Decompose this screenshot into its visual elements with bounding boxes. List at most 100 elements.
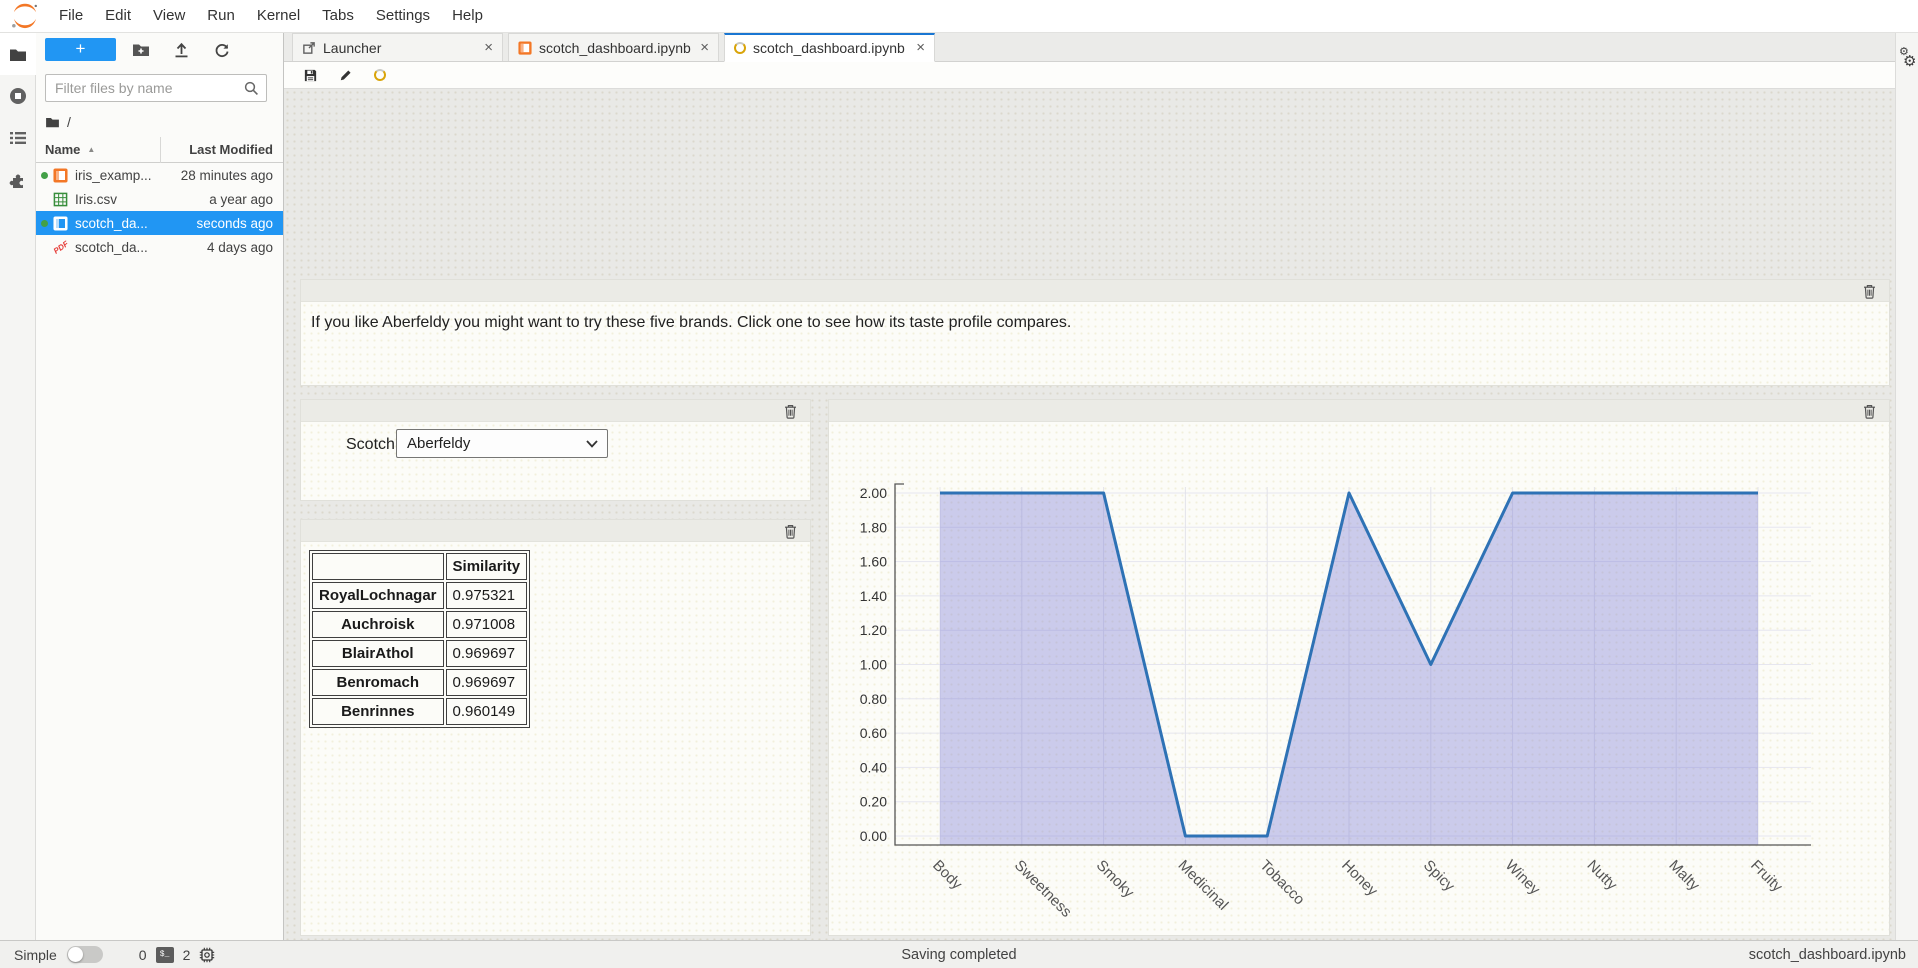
- cell-body: 0.000.200.400.600.801.001.201.401.601.80…: [829, 422, 1889, 935]
- breadcrumb[interactable]: /: [45, 113, 71, 131]
- table-row[interactable]: Benromach0.969697: [312, 669, 527, 696]
- tab-close-icon[interactable]: ×: [916, 41, 925, 55]
- scotch-select-value: Aberfeldy: [397, 435, 586, 452]
- dock-tab-bar: Launcher × scotch_dashboard.ipynb × scot…: [284, 33, 1895, 62]
- folder-icon: [9, 47, 27, 62]
- search-icon: [244, 81, 259, 96]
- similarity-value-cell: 0.969697: [446, 669, 528, 696]
- table-row[interactable]: BlairAthol0.969697: [312, 640, 527, 667]
- running-sessions-indicator[interactable]: 0 $_ 2: [139, 947, 216, 963]
- column-header-name[interactable]: Name ▲: [36, 142, 160, 157]
- menu-tabs[interactable]: Tabs: [311, 0, 365, 32]
- file-name: iris_examp...: [75, 168, 181, 183]
- tab-scotch-dashboard-view[interactable]: scotch_dashboard.ipynb ×: [724, 33, 935, 62]
- file-row[interactable]: PDFscotch_da...4 days ago: [36, 235, 283, 259]
- menu-bar: File Edit View Run Kernel Tabs Settings …: [0, 0, 1918, 33]
- scotch-dropdown-label: Scotch: [346, 436, 395, 454]
- delete-cell-button[interactable]: [1861, 283, 1877, 299]
- file-row[interactable]: scotch_da...seconds ago: [36, 211, 283, 235]
- cell-body: Scotch Aberfeldy: [301, 422, 810, 500]
- upload-button[interactable]: [166, 38, 196, 61]
- scotch-select[interactable]: Aberfeldy: [396, 429, 608, 458]
- sidebar-tab-extensions[interactable]: [0, 159, 36, 201]
- pdf-file-icon: PDF: [52, 239, 69, 255]
- y-tick-label: 1.00: [860, 657, 887, 673]
- tab-scotch-dashboard-notebook[interactable]: scotch_dashboard.ipynb ×: [508, 33, 719, 61]
- edit-button[interactable]: [336, 66, 354, 84]
- similarity-column-header: Similarity: [446, 553, 528, 580]
- brand-name-cell[interactable]: Benrinnes: [312, 698, 444, 725]
- delete-cell-button[interactable]: [782, 523, 798, 539]
- jupyterlab-window: File Edit View Run Kernel Tabs Settings …: [0, 0, 1918, 968]
- brand-name-cell[interactable]: Auchroisk: [312, 611, 444, 638]
- launcher-icon: [302, 41, 316, 55]
- x-category-label: Malty: [1665, 857, 1703, 895]
- cell-header: [301, 280, 1889, 302]
- delete-cell-button[interactable]: [782, 403, 798, 419]
- dashboard-canvas: If you like Aberfeldy you might want to …: [284, 89, 1895, 940]
- simple-mode-toggle[interactable]: [67, 946, 103, 963]
- menu-settings[interactable]: Settings: [365, 0, 441, 32]
- cell-body: If you like Aberfeldy you might want to …: [301, 302, 1889, 385]
- file-row[interactable]: iris_examp...28 minutes ago: [36, 163, 283, 187]
- dashboard-toggle-button[interactable]: [371, 66, 389, 84]
- menu-edit[interactable]: Edit: [94, 0, 142, 32]
- table-corner-cell: [312, 553, 444, 580]
- sidebar-tab-file-browser[interactable]: [0, 33, 36, 75]
- sidebar-tab-running-kernels[interactable]: [0, 75, 36, 117]
- similarity-value-cell: 0.960149: [446, 698, 528, 725]
- brand-name-cell[interactable]: RoyalLochnagar: [312, 582, 444, 609]
- menu-run[interactable]: Run: [196, 0, 246, 32]
- csv-file-icon: [52, 191, 69, 207]
- table-row[interactable]: Benrinnes0.960149: [312, 698, 527, 725]
- markdown-cell: If you like Aberfeldy you might want to …: [300, 279, 1890, 386]
- brand-name-cell[interactable]: Benromach: [312, 669, 444, 696]
- table-of-contents-icon: [9, 131, 27, 145]
- menu-help[interactable]: Help: [441, 0, 494, 32]
- file-name: scotch_da...: [75, 216, 196, 231]
- gear-large-icon: ⚙: [1903, 52, 1916, 70]
- menu-kernel[interactable]: Kernel: [246, 0, 311, 32]
- file-row[interactable]: Iris.csva year ago: [36, 187, 283, 211]
- tab-close-icon[interactable]: ×: [700, 41, 709, 55]
- terminal-icon: $_: [156, 947, 174, 963]
- status-bar: Simple 0 $_ 2 Saving completed scotch_da…: [0, 940, 1918, 968]
- table-row[interactable]: Auchroisk0.971008: [312, 611, 527, 638]
- cell-header: [829, 400, 1889, 422]
- x-category-label: Smoky: [1093, 857, 1138, 902]
- menu-view[interactable]: View: [142, 0, 196, 32]
- tab-launcher[interactable]: Launcher ×: [292, 33, 503, 61]
- column-header-modified[interactable]: Last Modified: [160, 137, 283, 163]
- taste-profile-chart[interactable]: 0.000.200.400.600.801.001.201.401.601.80…: [829, 422, 1889, 936]
- status-filename: scotch_dashboard.ipynb: [1749, 947, 1906, 963]
- y-tick-label: 0.00: [860, 828, 887, 844]
- tab-close-icon[interactable]: ×: [484, 41, 493, 55]
- file-modified: seconds ago: [196, 216, 283, 231]
- x-category-label: Sweetness: [1011, 857, 1075, 921]
- y-tick-label: 1.20: [860, 622, 887, 638]
- chevron-down-icon: [586, 440, 598, 448]
- file-modified: 28 minutes ago: [181, 168, 283, 183]
- similarity-table: SimilarityRoyalLochnagar0.975321Auchrois…: [309, 550, 530, 728]
- dashboard-icon: [734, 42, 746, 54]
- delete-cell-button[interactable]: [1861, 403, 1877, 419]
- y-tick-label: 1.40: [860, 588, 887, 604]
- toggle-knob: [68, 947, 83, 962]
- save-icon: [303, 68, 318, 83]
- breadcrumb-root[interactable]: /: [67, 114, 71, 130]
- refresh-button[interactable]: [207, 38, 237, 61]
- save-button[interactable]: [301, 66, 319, 84]
- menu-file[interactable]: File: [48, 0, 94, 32]
- notebook-file-icon: [52, 215, 69, 231]
- file-modified: 4 days ago: [207, 240, 283, 255]
- x-category-label: Winey: [1502, 857, 1544, 899]
- property-inspector-button[interactable]: ⚙ ⚙: [1898, 47, 1918, 73]
- table-row[interactable]: RoyalLochnagar0.975321: [312, 582, 527, 609]
- file-filter-input[interactable]: [46, 75, 236, 101]
- sidebar-tab-table-of-contents[interactable]: [0, 117, 36, 159]
- upload-icon: [174, 42, 189, 58]
- cell-header: [301, 520, 810, 542]
- new-launcher-button[interactable]: +: [45, 38, 116, 61]
- new-folder-button[interactable]: [126, 38, 156, 61]
- brand-name-cell[interactable]: BlairAthol: [312, 640, 444, 667]
